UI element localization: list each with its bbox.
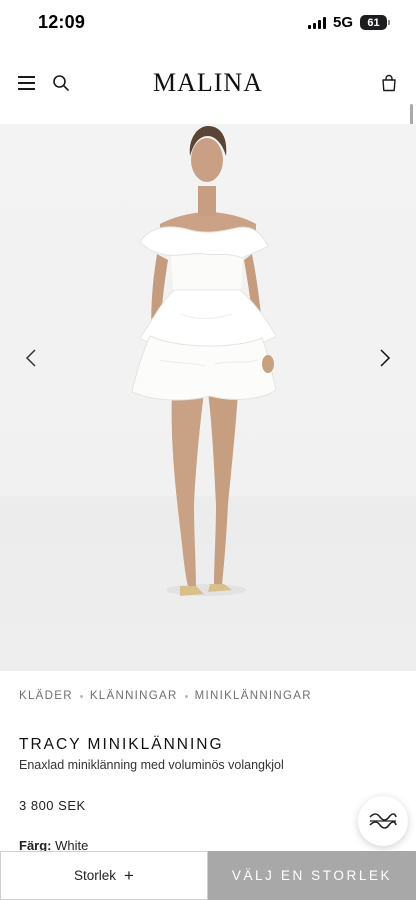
breadcrumb: KLÄDER KLÄNNINGAR MINIKLÄNNINGAR [19,690,312,702]
status-time: 12:09 [38,12,86,32]
breadcrumb-item-klader[interactable]: KLÄDER [19,690,73,702]
product-photo [131,126,277,596]
product-price: 3 800 SEK [19,798,86,813]
product-page: 12:09 5G 61 MALINA KLÄDER KLÄNNINGAR MIN… [0,0,416,900]
breadcrumb-separator [79,694,83,698]
status-bar: 12:09 5G 61 [0,0,416,48]
breadcrumb-item-klanningar[interactable]: KLÄNNINGAR [90,690,178,702]
breadcrumb-separator [184,694,188,698]
site-header: MALINA [0,56,416,114]
size-select-button[interactable]: Storlek + [0,851,208,900]
chevron-right-icon[interactable] [372,346,396,370]
bottom-action-bar: Storlek + VÄLJ EN STORLEK [0,851,416,900]
site-logo[interactable]: MALINA [0,68,416,98]
chat-icon[interactable] [358,796,408,846]
chat-logo-icon [369,813,397,829]
network-type: 5G [332,14,353,31]
choose-size-button[interactable]: VÄLJ EN STORLEK [208,851,416,900]
plus-icon: + [124,866,134,885]
breadcrumb-item-miniklanningar[interactable]: MINIKLÄNNINGAR [195,690,312,702]
chevron-left-icon[interactable] [20,346,44,370]
battery-level: 61 [367,16,380,29]
battery-icon: 61 [360,15,390,30]
status-indicators: 5G 61 [307,14,390,31]
signal-icon [307,16,326,29]
product-title: TRACY MINIKLÄNNING [19,736,224,753]
size-label: Storlek [74,868,117,883]
shopping-bag-icon[interactable] [381,74,397,92]
product-subtitle: Enaxlad miniklänning med voluminös volan… [19,758,284,772]
product-image-gallery[interactable] [0,124,416,671]
